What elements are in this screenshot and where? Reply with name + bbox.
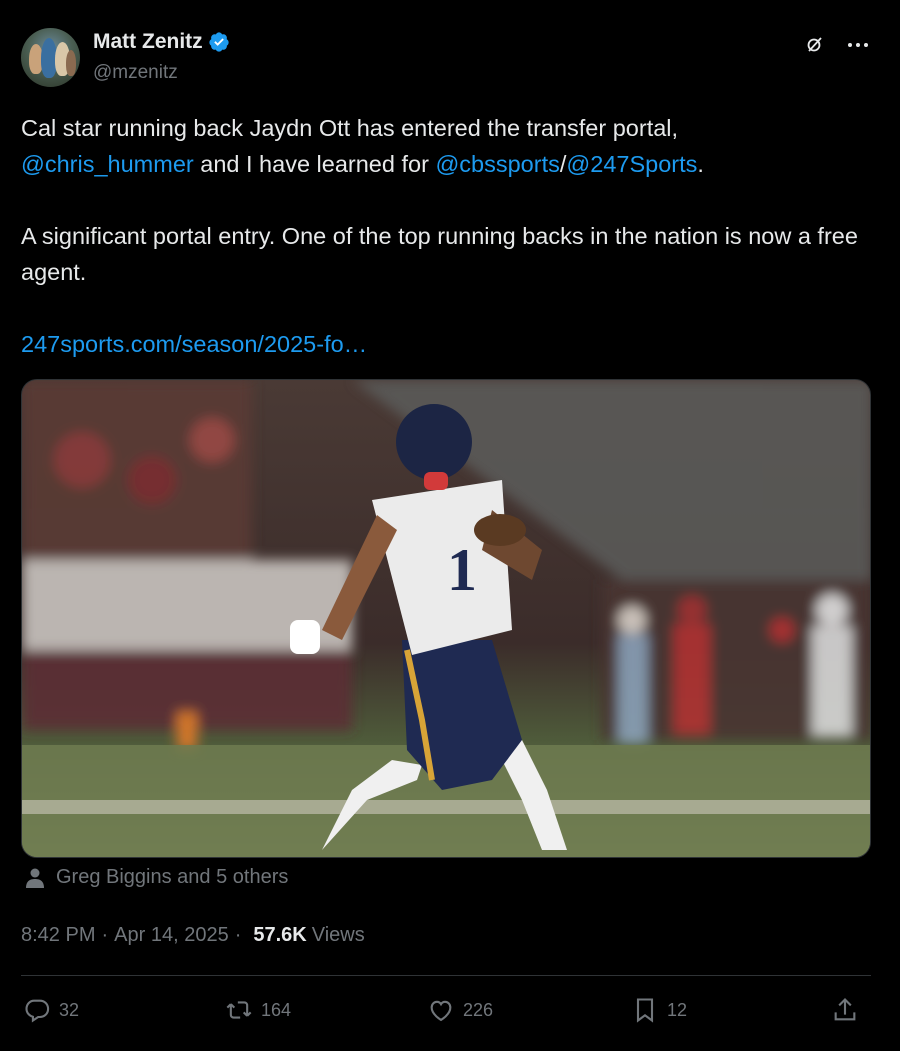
- tweet-text-line1: Cal star running back Jaydn Ott has ente…: [21, 115, 679, 141]
- tweet-text-period: .: [697, 151, 704, 177]
- tweet-time[interactable]: 8:42 PM: [21, 924, 95, 947]
- views-label: Views: [311, 924, 365, 946]
- mention-247sports[interactable]: @247Sports: [566, 151, 697, 177]
- tweet-photo[interactable]: 1: [21, 379, 871, 858]
- bookmark-button[interactable]: 12: [631, 996, 687, 1024]
- tagged-users-label: Greg Biggins and 5 others: [56, 866, 289, 888]
- like-icon: [430, 1000, 452, 1022]
- football-player-photo: 1: [22, 380, 870, 857]
- bookmark-count: 12: [667, 999, 688, 1020]
- meta-separator: ·: [234, 924, 242, 946]
- tweet-text-mid: and I have learned for: [193, 151, 436, 177]
- share-button[interactable]: [831, 996, 867, 1024]
- grok-icon[interactable]: [805, 34, 825, 54]
- person-icon: [26, 868, 44, 888]
- views-count: 57.6K: [253, 924, 307, 946]
- repost-button[interactable]: 164: [225, 996, 291, 1024]
- like-button[interactable]: 226: [427, 996, 493, 1024]
- tweet-paragraph-2: A significant portal entry. One of the t…: [21, 223, 858, 285]
- mention-chris-hummer[interactable]: @chris_hummer: [21, 151, 194, 177]
- tweet-date[interactable]: Apr 14, 2025: [114, 924, 229, 947]
- repost-icon: [226, 1001, 252, 1019]
- tweet-header: Matt Zenitz @mzenitz: [21, 28, 871, 90]
- reply-button[interactable]: 32: [23, 996, 79, 1024]
- tweet-link[interactable]: 247sports.com/season/2025-fo…: [21, 331, 367, 357]
- author-handle[interactable]: @mzenitz: [93, 62, 178, 84]
- reply-count: 32: [59, 999, 80, 1020]
- author-name[interactable]: Matt Zenitz: [93, 30, 203, 54]
- like-count: 226: [463, 999, 494, 1020]
- action-bar: 32 164 226 12: [21, 996, 871, 1032]
- tagged-users[interactable]: Greg Biggins and 5 others: [24, 866, 288, 889]
- repost-count: 164: [261, 999, 292, 1020]
- tweet-metadata: 8:42 PM · Apr 14, 2025 · 57.6K Views: [21, 924, 365, 947]
- meta-separator: ·: [101, 924, 109, 946]
- bookmark-icon: [636, 998, 654, 1023]
- svg-text:1: 1: [447, 537, 477, 603]
- divider: [21, 975, 871, 976]
- avatar[interactable]: [21, 28, 80, 87]
- tweet-body: Cal star running back Jaydn Ott has ente…: [21, 110, 871, 362]
- share-icon: [834, 998, 856, 1021]
- more-icon[interactable]: [845, 32, 871, 58]
- reply-icon: [25, 999, 50, 1023]
- verified-badge-icon: [209, 32, 229, 52]
- tweet-paragraph-1: Cal star running back Jaydn Ott has ente…: [21, 110, 871, 182]
- mention-cbssports[interactable]: @cbssports: [435, 151, 559, 177]
